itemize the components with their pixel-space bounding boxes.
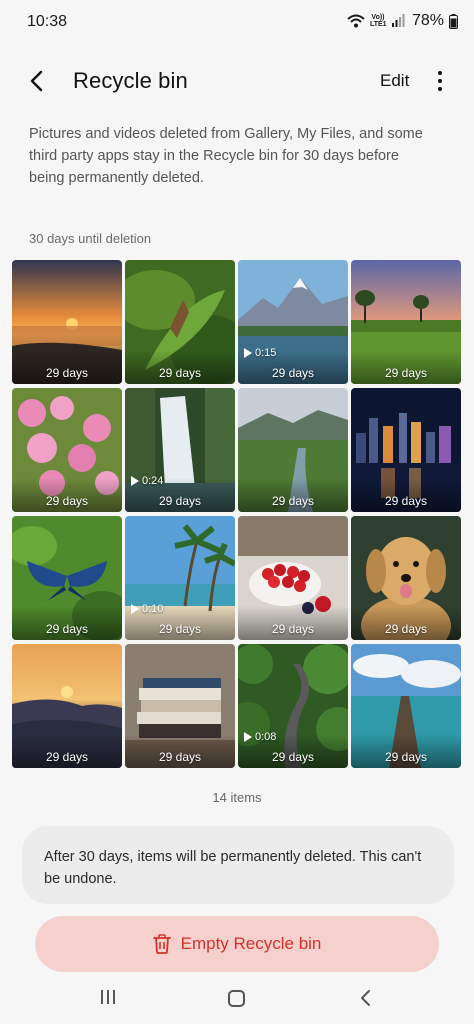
status-icons: Vo)) LTE1 78% [347, 12, 458, 30]
empty-button-label: Empty Recycle bin [180, 934, 322, 953]
empty-recycle-bin-button[interactable]: Empty Recycle bin [35, 916, 439, 972]
thumbnail-night-city[interactable]: 29 days [351, 388, 461, 512]
days-remaining: 29 days [158, 366, 202, 380]
days-remaining: 29 days [384, 622, 428, 636]
video-duration: 0:24 [131, 475, 163, 487]
battery-level: 78% [411, 12, 444, 29]
signal-icon [391, 14, 405, 27]
thumbnail-mountain-sunset[interactable]: 29 days [12, 644, 122, 768]
days-remaining: 29 days [271, 622, 315, 636]
thumbnail-butterfly-leaf[interactable]: 29 days [125, 260, 235, 384]
days-remaining: 29 days [384, 494, 428, 508]
thumbnail-pink-flowers[interactable]: 29 days [12, 388, 122, 512]
lte-icon: Vo)) LTE1 [369, 14, 387, 28]
days-remaining: 29 days [384, 366, 428, 380]
battery-icon [449, 13, 458, 29]
days-remaining: 29 days [45, 366, 89, 380]
days-remaining: 29 days [158, 750, 202, 764]
status-bar: 10:38 Vo)) LTE1 78% [0, 0, 474, 46]
video-duration: 0:10 [131, 603, 163, 615]
recents-icon[interactable] [99, 990, 117, 1006]
items-count: 14 items [212, 790, 262, 805]
days-remaining: 29 days [45, 750, 89, 764]
edit-button[interactable]: Edit [380, 71, 409, 91]
thumbnail-blue-butterfly[interactable]: 29 days [12, 516, 122, 640]
play-icon [131, 604, 139, 614]
home-icon[interactable] [228, 990, 245, 1007]
thumbnail-tea-field[interactable]: 29 days [351, 260, 461, 384]
thumbnail-palm-beach[interactable]: 0:10 29 days [125, 516, 235, 640]
wifi-icon [347, 14, 365, 28]
days-remaining: 29 days [158, 494, 202, 508]
trash-icon [152, 934, 171, 954]
more-options-icon[interactable] [430, 67, 450, 95]
days-remaining: 29 days [45, 494, 89, 508]
navigation-bar [0, 978, 474, 1024]
play-icon [244, 732, 252, 742]
video-duration: 0:08 [244, 731, 276, 743]
thumbnail-book-stack[interactable]: 29 days [125, 644, 235, 768]
days-remaining: 29 days [158, 622, 202, 636]
thumbnail-berries-bowl[interactable]: 29 days [238, 516, 348, 640]
thumbnail-pier-sea[interactable]: 29 days [351, 644, 461, 768]
deletion-notice: After 30 days, items will be permanently… [22, 826, 454, 904]
video-duration: 0:15 [244, 347, 276, 359]
back-arrow-icon [30, 70, 43, 92]
play-icon [131, 476, 139, 486]
description-text: Pictures and videos deleted from Gallery… [29, 126, 423, 186]
days-remaining: 29 days [271, 750, 315, 764]
thumbnail-forest-road[interactable]: 0:08 29 days [238, 644, 348, 768]
thumbnail-valley-river[interactable]: 29 days [238, 388, 348, 512]
days-remaining: 29 days [45, 622, 89, 636]
play-icon [244, 348, 252, 358]
days-remaining: 29 days [271, 366, 315, 380]
thumbnail-mountain-lake[interactable]: 0:15 29 days [238, 260, 348, 384]
days-remaining: 29 days [384, 750, 428, 764]
days-remaining: 29 days [271, 494, 315, 508]
status-time: 10:38 [27, 13, 68, 30]
app-bar: Recycle bin Edit [0, 56, 474, 106]
page-title: Recycle bin [73, 68, 188, 93]
thumbnail-grid: 29 days 29 days 0:15 29 days 29 days 29 … [12, 260, 461, 768]
section-label: 30 days until deletion [29, 231, 152, 246]
thumbnail-sunset-beach[interactable]: 29 days [12, 260, 122, 384]
thumbnail-golden-retriever[interactable]: 29 days [351, 516, 461, 640]
thumbnail-waterfall[interactable]: 0:24 29 days [125, 388, 235, 512]
back-button[interactable] [22, 66, 52, 96]
nav-back-icon[interactable] [356, 988, 376, 1008]
